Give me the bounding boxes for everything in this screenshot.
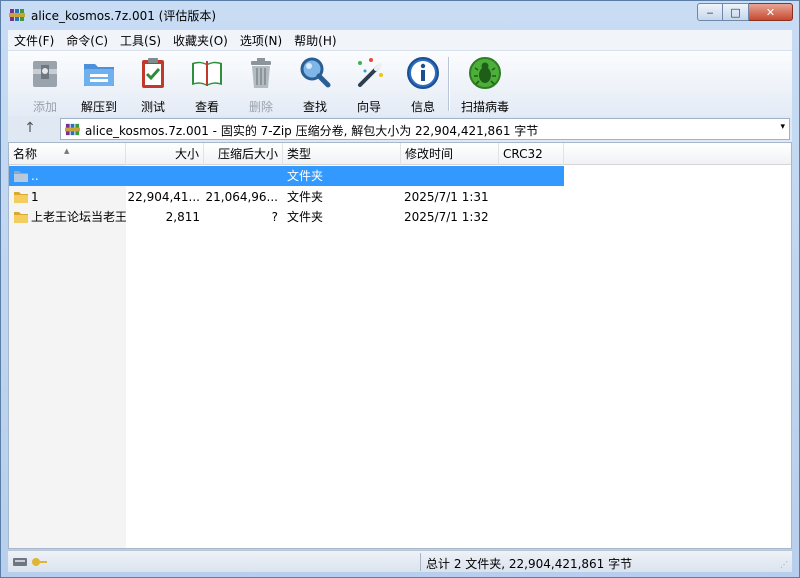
wizard-label: 向导	[356, 100, 381, 114]
view-label: 查看	[194, 100, 219, 114]
info-icon	[407, 57, 439, 89]
extract-folder-icon	[84, 64, 114, 86]
column-header-size[interactable]: 大小	[126, 143, 204, 165]
cell-size: 22,904,41...	[127, 190, 200, 204]
maximize-button[interactable]: □	[723, 3, 749, 21]
winrar-app-icon[interactable]	[9, 7, 25, 23]
menu-tools[interactable]: 工具(S)	[114, 32, 167, 49]
menu-help[interactable]: 帮助(H)	[288, 32, 342, 49]
table-row[interactable]: 1 22,904,41... 21,064,96... 文件夹 2025/7/1…	[9, 187, 791, 207]
cell-type: 文件夹	[287, 190, 324, 204]
caption-buttons: ‒ □ ✕	[697, 3, 793, 21]
trash-bin-icon	[251, 58, 271, 88]
status-bar: 总计 2 文件夹, 22,904,421,861 字节 ⋰	[8, 550, 792, 572]
column-header-name[interactable]: 名称 ▲	[9, 143, 126, 165]
archive-icon	[65, 123, 80, 136]
sort-ascending-icon: ▲	[64, 147, 70, 155]
status-summary: 总计 2 文件夹, 22,904,421,861 字节	[426, 557, 633, 571]
column-header-packed[interactable]: 压缩后大小	[204, 143, 283, 165]
cell-packed: 21,064,96...	[205, 190, 278, 204]
toolbar: 添加 解压到 测试 查看 删除 查找 向导 信息 扫描病毒	[8, 50, 792, 116]
column-header-modified[interactable]: 修改时间	[401, 143, 499, 165]
delete-label: 删除	[248, 100, 273, 114]
extract-label: 解压到	[80, 100, 117, 114]
cell-modified	[404, 166, 499, 186]
cell-name: 上老王论坛当老王	[31, 210, 126, 224]
test-label: 测试	[140, 100, 165, 114]
cell-size: 2,811	[165, 210, 200, 224]
close-button[interactable]: ✕	[749, 3, 793, 21]
test-button[interactable]: 测试	[126, 55, 180, 114]
cell-type: 文件夹	[287, 169, 324, 183]
view-button[interactable]: 查看	[180, 55, 234, 114]
scan-virus-label: 扫描病毒	[460, 100, 509, 114]
add-label: 添加	[32, 100, 57, 114]
address-field[interactable]: alice_kosmos.7z.001 - 固实的 7-Zip 压缩分卷, 解包…	[60, 118, 790, 140]
virus-scan-bug-icon	[469, 57, 501, 89]
extract-button[interactable]: 解压到	[72, 55, 126, 114]
up-one-level-button[interactable]: ↑	[20, 120, 40, 138]
menu-file[interactable]: 文件(F)	[8, 32, 60, 49]
address-dropdown-icon[interactable]: ▾	[780, 122, 785, 132]
magnifier-icon	[300, 57, 331, 88]
add-button[interactable]: 添加	[18, 55, 72, 114]
file-list[interactable]: 名称 ▲ 大小 压缩后大小 类型 修改时间 CRC32 .. 文件夹 1 22,…	[8, 142, 792, 549]
column-header-crc32[interactable]: CRC32	[499, 143, 564, 165]
cell-type: 文件夹	[287, 210, 324, 224]
cell-packed: ?	[271, 210, 278, 224]
magic-wand-icon	[358, 58, 383, 87]
archive-path: alice_kosmos.7z.001 - 固实的 7-Zip 压缩分卷, 解包…	[85, 124, 539, 138]
toolbar-separator	[448, 57, 450, 111]
table-row[interactable]: .. 文件夹	[9, 166, 791, 186]
clipboard-check-icon	[142, 58, 164, 88]
menu-options[interactable]: 选项(N)	[234, 32, 288, 49]
wizard-button[interactable]: 向导	[342, 55, 396, 114]
column-header-row: 名称 ▲ 大小 压缩后大小 类型 修改时间 CRC32	[9, 143, 791, 165]
folder-icon	[14, 212, 28, 223]
cell-size	[126, 166, 200, 186]
status-divider	[420, 553, 421, 571]
table-row[interactable]: 上老王论坛当老王 2,811 ? 文件夹 2025/7/1 1:32	[9, 207, 791, 227]
resize-grip-icon[interactable]: ⋰	[780, 560, 790, 570]
scan-virus-button[interactable]: 扫描病毒	[454, 55, 516, 114]
cell-crc32	[502, 187, 564, 207]
find-button[interactable]: 查找	[288, 55, 342, 114]
minimize-button[interactable]: ‒	[697, 3, 723, 21]
info-label: 信息	[410, 100, 435, 114]
app-window: alice_kosmos.7z.001 (评估版本) ‒ □ ✕ 文件(F) 命…	[0, 0, 800, 578]
drive-key-icon[interactable]	[12, 555, 48, 569]
open-book-icon	[192, 61, 222, 86]
cell-packed	[204, 166, 278, 186]
address-row: ↑ alice_kosmos.7z.001 - 固实的 7-Zip 压缩分卷, …	[8, 116, 792, 142]
column-header-name-label: 名称	[13, 147, 38, 161]
add-archive-icon	[33, 61, 57, 87]
cell-modified: 2025/7/1 1:32	[404, 210, 489, 224]
cell-crc32	[502, 207, 564, 227]
column-header-type[interactable]: 类型	[283, 143, 401, 165]
folder-icon	[14, 192, 28, 203]
cell-modified: 2025/7/1 1:31	[404, 190, 489, 204]
cell-name: 1	[31, 190, 39, 204]
menu-commands[interactable]: 命令(C)	[60, 32, 114, 49]
delete-button[interactable]: 删除	[234, 55, 288, 114]
menu-favorites[interactable]: 收藏夹(O)	[167, 32, 234, 49]
up-folder-icon	[14, 171, 28, 182]
find-label: 查找	[302, 100, 327, 114]
window-title: alice_kosmos.7z.001 (评估版本)	[31, 9, 217, 23]
title-bar[interactable]: alice_kosmos.7z.001 (评估版本) ‒ □ ✕	[1, 1, 799, 29]
cell-name: ..	[31, 169, 39, 183]
info-button[interactable]: 信息	[396, 55, 450, 114]
menu-bar: 文件(F) 命令(C) 工具(S) 收藏夹(O) 选项(N) 帮助(H)	[8, 30, 792, 50]
cell-crc32	[502, 166, 564, 186]
